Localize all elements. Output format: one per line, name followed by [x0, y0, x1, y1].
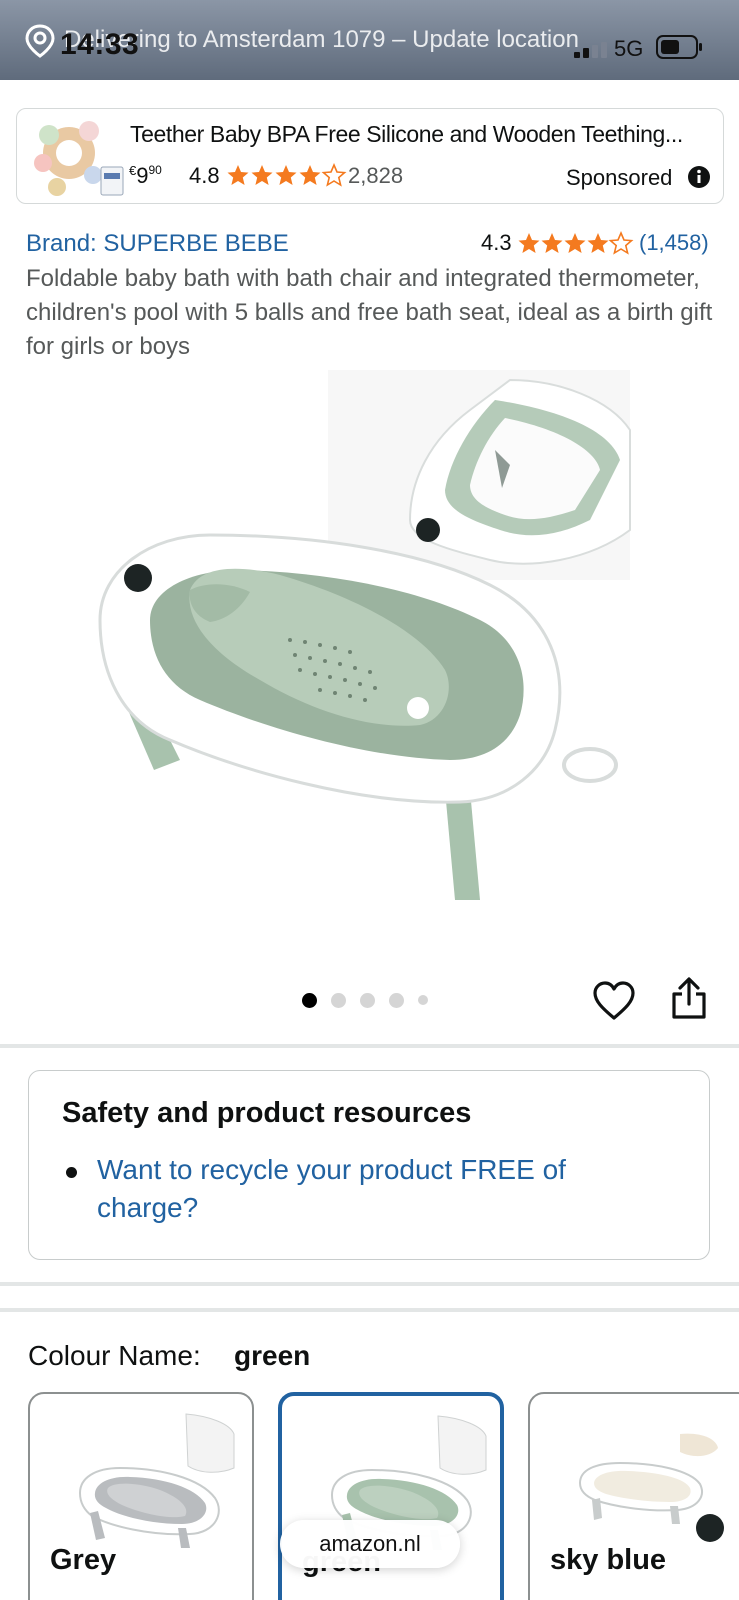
colour-option-green[interactable]: green — [278, 1392, 504, 1600]
recycle-product-link[interactable]: Want to recycle your product FREE of cha… — [97, 1151, 657, 1227]
location-pin-icon[interactable] — [24, 24, 56, 58]
teether-product-thumbnail[interactable] — [27, 113, 127, 201]
ad-price: €990 — [129, 163, 162, 188]
ad-review-count[interactable]: 2,828 — [348, 163, 403, 189]
share-icon[interactable] — [670, 976, 708, 1020]
sponsored-label: Sponsored — [566, 165, 673, 190]
colour-option-grey[interactable]: Grey — [28, 1392, 254, 1600]
colour-name-label: Colour Name: — [28, 1340, 201, 1371]
delivery-location-link[interactable]: Delivering to Amsterdam 1079 – Update lo… — [64, 26, 579, 54]
product-star-rating-icon[interactable] — [518, 230, 636, 256]
product-review-count[interactable]: (1,458) — [639, 230, 709, 256]
ad-star-rating-icon — [227, 164, 346, 186]
selected-colour: green — [234, 1340, 311, 1371]
ad-rating: 4.8 — [189, 163, 220, 188]
image-carousel-dots[interactable] — [302, 992, 428, 1008]
safety-resources-card: Safety and product resources Want to rec… — [28, 1070, 710, 1260]
brand-link[interactable]: Brand: SUPERBE BEBE — [26, 230, 289, 258]
battery-icon — [656, 35, 702, 59]
bullet — [66, 1167, 77, 1178]
product-image[interactable] — [90, 370, 650, 930]
browser-url-bar[interactable]: amazon.nl — [280, 1520, 460, 1568]
sponsored-ad-card[interactable]: Teether Baby BPA Free Silicone and Woode… — [16, 108, 724, 204]
carousel-dot[interactable] — [360, 992, 375, 1008]
product-rating: 4.3 — [481, 230, 512, 255]
safety-heading: Safety and product resources — [62, 1097, 472, 1129]
signal-icon — [574, 42, 607, 58]
clock: 14:33 — [60, 28, 140, 61]
section-divider — [0, 1044, 739, 1048]
carousel-dot[interactable] — [389, 992, 404, 1008]
wishlist-heart-icon[interactable] — [592, 980, 636, 1022]
ad-title[interactable]: Teether Baby BPA Free Silicone and Woode… — [130, 121, 710, 148]
product-title: Foldable baby bath with bath chair and i… — [26, 265, 713, 360]
sky-blue-tub-thumbnail — [578, 1433, 724, 1542]
carousel-dot[interactable] — [302, 992, 317, 1008]
status-bar: Delivering to Amsterdam 1079 – Update lo… — [0, 0, 739, 80]
info-icon[interactable] — [687, 165, 711, 189]
colour-option-sky-blue[interactable]: sky blue — [528, 1392, 739, 1600]
section-divider — [0, 1282, 739, 1286]
grey-tub-thumbnail — [78, 1413, 235, 1548]
colour-option-label: sky blue — [550, 1544, 667, 1576]
carousel-dot[interactable] — [331, 992, 346, 1008]
network-type: 5G — [614, 36, 644, 61]
colour-option-label: Grey — [50, 1544, 117, 1576]
carousel-dot[interactable] — [418, 995, 428, 1005]
section-divider — [0, 1308, 739, 1312]
